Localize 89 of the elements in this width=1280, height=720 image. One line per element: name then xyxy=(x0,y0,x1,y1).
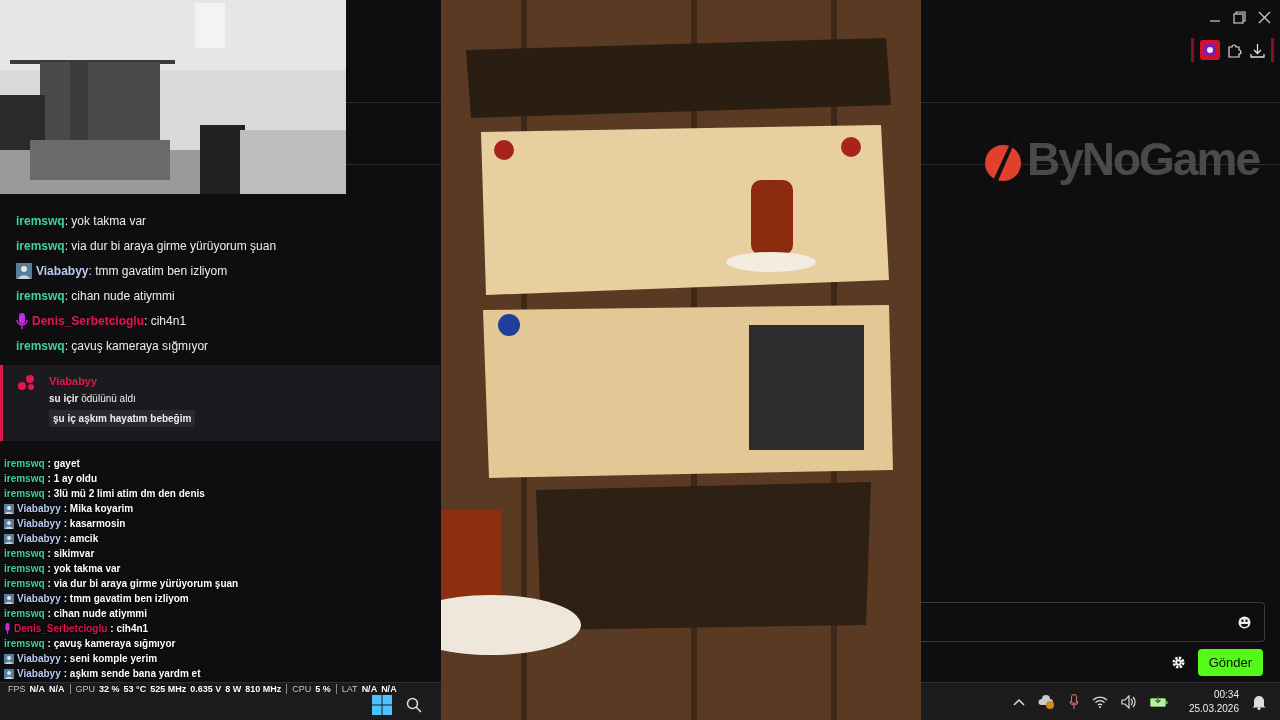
chat-message: : tmm gavatim ben izliyom xyxy=(63,593,189,604)
username: Viababyy xyxy=(17,533,61,544)
username: Viababyy xyxy=(17,653,61,664)
chat-message: : via dur bi araya girme yürüyorum şuan xyxy=(47,578,239,589)
windows-icon[interactable] xyxy=(372,694,392,715)
emoji-icon[interactable] xyxy=(1238,615,1251,629)
username: iremswq xyxy=(4,563,45,574)
chat-message: : çavuş kameraya sığmıyor xyxy=(47,638,176,649)
chat-message: : via dur bi araya girme yürüyorum şuan xyxy=(64,238,277,253)
username[interactable]: iremswq xyxy=(16,238,65,253)
username: Denis_Serbetcioglu xyxy=(14,623,108,634)
stat-label: GPU xyxy=(75,684,96,694)
wifi-icon[interactable] xyxy=(1091,695,1108,708)
logo-text: ByNoGame xyxy=(1027,132,1259,186)
microphone-icon xyxy=(4,623,11,634)
stat-label: LAT xyxy=(341,684,358,694)
stat-value: N/A xyxy=(49,684,65,694)
username: Viababyy xyxy=(17,503,61,514)
username: Viababyy xyxy=(17,518,61,529)
stat-value: 8 W xyxy=(225,684,242,694)
microphone-icon[interactable] xyxy=(1068,693,1079,710)
chat-message: : sikimvar xyxy=(47,548,95,559)
chat-message: : seni komple yerim xyxy=(63,653,158,664)
message-input[interactable] xyxy=(921,602,1265,642)
clock-date[interactable]: 25.03.2026 xyxy=(1188,701,1239,716)
chat-message: : Mika koyarim xyxy=(63,503,134,514)
speaker-icon[interactable] xyxy=(1120,694,1137,709)
app-icon[interactable] xyxy=(1200,40,1220,60)
chevron-up-icon[interactable] xyxy=(1012,697,1025,706)
chat-message: : cih4n1 xyxy=(110,623,149,634)
chat-message: : yok takma var xyxy=(64,213,147,228)
stat-value: 810 MHz xyxy=(245,684,282,694)
chat-message: : cih4n1 xyxy=(144,313,187,328)
reward-icon xyxy=(17,375,37,391)
username: iremswq xyxy=(4,473,45,484)
download-icon[interactable] xyxy=(1250,42,1265,58)
send-button[interactable]: Gönder xyxy=(1197,648,1263,676)
chat-message: : cihan nude atiymmi xyxy=(64,288,175,303)
bell-icon[interactable] xyxy=(1252,693,1266,710)
reward-text: su içir ödülünü aldı xyxy=(49,393,136,404)
search-icon[interactable] xyxy=(406,696,422,713)
chat-message: : gayet xyxy=(47,458,80,469)
restore-icon[interactable] xyxy=(1233,10,1246,24)
stat-label: CPU xyxy=(292,684,312,694)
avatar-icon xyxy=(4,668,14,679)
avatar-icon xyxy=(16,262,32,279)
chat-message: : yok takma var xyxy=(47,563,121,574)
username[interactable]: iremswq xyxy=(16,288,65,303)
chat-message: : aşkım sende bana yardm et xyxy=(63,668,201,679)
avatar-icon xyxy=(4,653,14,664)
microphone-icon xyxy=(16,312,28,329)
username[interactable]: Viababyy xyxy=(49,375,98,387)
settings-icon[interactable] xyxy=(1171,655,1185,669)
username: iremswq xyxy=(4,578,45,589)
avatar-icon xyxy=(4,518,14,529)
avatar-icon xyxy=(4,593,14,604)
chat-message: : 3lü mü 2 limi atim dm den denis xyxy=(47,488,205,499)
stat-value: 53 °C xyxy=(123,684,147,694)
chat-message: : kasarmosin xyxy=(63,518,126,529)
username: iremswq xyxy=(4,638,45,649)
chat-message: : cihan nude atiymmi xyxy=(47,608,148,619)
cloud-icon[interactable] xyxy=(1037,693,1056,710)
stat-value: N/A xyxy=(29,684,45,694)
username[interactable]: iremswq xyxy=(16,338,65,353)
stat-value: 525 MHz xyxy=(150,684,187,694)
username: Viababyy xyxy=(17,668,61,679)
stat-value: 5 % xyxy=(315,684,331,694)
battery-icon[interactable] xyxy=(1149,695,1168,708)
stat-value: N/A xyxy=(361,684,378,694)
puzzle-icon[interactable] xyxy=(1227,42,1243,58)
username[interactable]: iremswq xyxy=(16,213,65,228)
stat-value: N/A xyxy=(381,684,397,694)
close-icon[interactable] xyxy=(1258,10,1271,24)
avatar-icon xyxy=(4,503,14,514)
reward-message: şu iç aşkım hayatım bebeğim xyxy=(49,410,196,427)
chat-message: : amcik xyxy=(63,533,99,544)
avatar-icon xyxy=(4,533,14,544)
chat-message: : 1 ay oldu xyxy=(47,473,98,484)
username: iremswq xyxy=(4,488,45,499)
stat-label: FPS xyxy=(8,684,26,694)
chat-message: : tmm gavatim ben izliyom xyxy=(88,263,228,278)
stat-value: 0.635 V xyxy=(190,684,222,694)
stat-value: 32 % xyxy=(99,684,120,694)
username: iremswq xyxy=(4,608,45,619)
username: iremswq xyxy=(4,548,45,559)
username: Viababyy xyxy=(17,593,61,604)
clock-time[interactable]: 00:34 xyxy=(1213,687,1239,702)
username: iremswq xyxy=(4,458,45,469)
chat-message: : çavuş kameraya sığmıyor xyxy=(64,338,209,353)
